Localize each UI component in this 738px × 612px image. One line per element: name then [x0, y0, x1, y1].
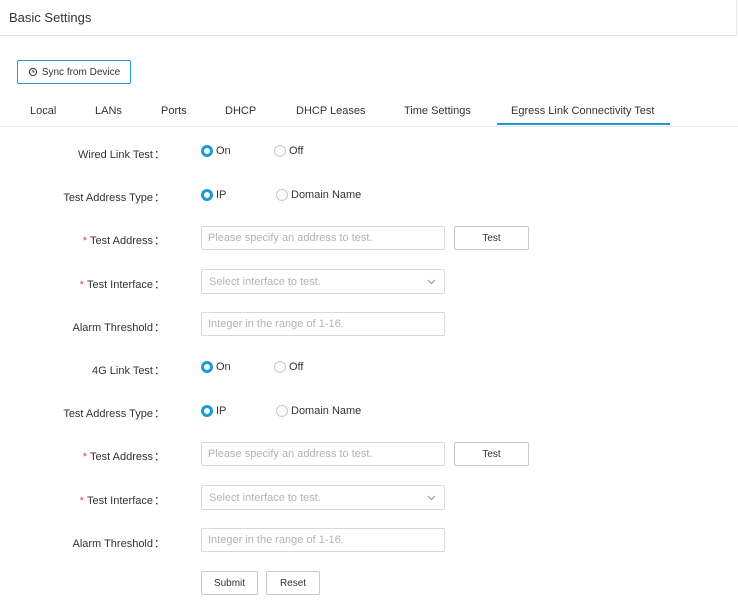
- wired-link-test-off-radio[interactable]: Off: [274, 145, 303, 157]
- button-label: Reset: [279, 577, 307, 589]
- reset-button[interactable]: Reset: [266, 571, 320, 595]
- 4g-test-button[interactable]: Test: [454, 442, 529, 466]
- radio-dot: [274, 145, 286, 157]
- radio-label: Domain Name: [291, 189, 362, 201]
- select-placeholder: Select interface to test.: [209, 276, 321, 288]
- label-text: 4G Link Test: [92, 365, 153, 377]
- label-colon: ：: [154, 235, 165, 247]
- button-label: Test: [482, 232, 501, 244]
- wired-address-type-ip-radio[interactable]: IP: [201, 189, 226, 201]
- wired-link-test-on-radio[interactable]: On: [201, 145, 231, 157]
- tab-egress-link-connectivity-test[interactable]: Egress Link Connectivity Test: [511, 105, 654, 117]
- label-colon: ：: [154, 279, 165, 291]
- 4g-test-address-label: * Test Address：: [83, 448, 165, 464]
- chevron-down-icon: [427, 495, 436, 501]
- wired-address-type-domain-radio[interactable]: Domain Name: [276, 189, 361, 201]
- 4g-link-test-off-radio[interactable]: Off: [274, 361, 303, 373]
- radio-label: On: [216, 361, 231, 373]
- required-mark: *: [82, 235, 88, 247]
- label-colon: ：: [154, 322, 165, 334]
- label-colon: ：: [154, 192, 165, 204]
- label-text: Test Address: [90, 235, 153, 247]
- 4g-address-type-domain-radio[interactable]: Domain Name: [276, 405, 361, 417]
- page-title: Basic Settings: [9, 10, 92, 25]
- wired-test-button[interactable]: Test: [454, 226, 529, 250]
- 4g-address-type-ip-radio[interactable]: IP: [201, 405, 226, 417]
- tab-local[interactable]: Local: [30, 105, 56, 117]
- tab-time-settings[interactable]: Time Settings: [404, 105, 471, 117]
- radio-label: IP: [216, 189, 227, 201]
- label-text: Test Interface: [86, 279, 153, 291]
- label-colon: ：: [154, 538, 165, 550]
- wired-alarm-threshold-input[interactable]: [201, 312, 445, 336]
- required-mark: *: [79, 279, 84, 291]
- radio-dot: [201, 405, 213, 417]
- label-colon: ：: [154, 451, 165, 463]
- radio-label: IP: [216, 405, 227, 417]
- sync-from-device-button[interactable]: Sync from Device: [17, 60, 131, 84]
- chevron-down-icon: [427, 279, 436, 285]
- label-text: Test Address Type: [63, 408, 153, 420]
- 4g-test-address-input[interactable]: [201, 442, 445, 466]
- wired-link-test-label: Wired Link Test：: [78, 146, 165, 162]
- wired-test-address-type-label: Test Address Type：: [63, 189, 165, 205]
- tab-ports[interactable]: Ports: [161, 105, 187, 117]
- label-text: Alarm Threshold: [72, 538, 154, 550]
- wired-test-address-input[interactable]: [201, 226, 445, 250]
- label-text: Test Address: [90, 451, 153, 463]
- 4g-test-interface-select[interactable]: Select interface to test.: [201, 485, 445, 510]
- wired-test-address-label: * Test Address：: [83, 232, 165, 248]
- tab-dhcp[interactable]: DHCP: [225, 105, 256, 117]
- tab-lans[interactable]: LANs: [95, 105, 122, 117]
- required-mark: *: [82, 451, 88, 463]
- radio-dot: [201, 189, 213, 201]
- wired-test-interface-label: * Test Interface：: [80, 276, 165, 292]
- label-colon: ：: [154, 495, 165, 507]
- radio-label: On: [216, 145, 231, 157]
- radio-dot: [274, 361, 286, 373]
- label-text: Test Interface: [86, 495, 153, 507]
- 4g-link-test-on-radio[interactable]: On: [201, 361, 231, 373]
- sync-icon: [28, 67, 37, 77]
- 4g-test-interface-label: * Test Interface：: [80, 492, 165, 508]
- label-colon: ：: [154, 149, 165, 161]
- 4g-alarm-threshold-input[interactable]: [201, 528, 445, 552]
- label-text: Wired Link Test: [78, 149, 153, 161]
- label-text: Test Address Type: [63, 192, 153, 204]
- button-label: Submit: [213, 577, 246, 589]
- active-tab-indicator: [497, 123, 670, 125]
- label-colon: ：: [154, 365, 165, 377]
- wired-test-interface-select[interactable]: Select interface to test.: [201, 269, 445, 294]
- required-mark: *: [79, 495, 84, 507]
- 4g-link-test-label: 4G Link Test：: [92, 362, 165, 378]
- 4g-test-address-type-label: Test Address Type：: [63, 405, 165, 421]
- label-text: Alarm Threshold: [72, 322, 154, 334]
- select-placeholder: Select interface to test.: [209, 492, 321, 504]
- label-colon: ：: [154, 408, 165, 420]
- radio-dot: [276, 405, 288, 417]
- radio-dot: [201, 145, 213, 157]
- sync-button-label: Sync from Device: [41, 66, 121, 78]
- radio-dot: [276, 189, 288, 201]
- wired-alarm-threshold-label: Alarm Threshold：: [73, 319, 166, 335]
- button-label: Test: [482, 448, 501, 460]
- page-header: Basic Settings: [0, 0, 737, 36]
- 4g-alarm-threshold-label: Alarm Threshold：: [73, 535, 166, 551]
- tab-dhcp-leases[interactable]: DHCP Leases: [296, 105, 366, 117]
- radio-dot: [201, 361, 213, 373]
- radio-label: Off: [289, 145, 304, 157]
- radio-label: Domain Name: [291, 405, 362, 417]
- submit-button[interactable]: Submit: [201, 571, 258, 595]
- radio-label: Off: [289, 361, 304, 373]
